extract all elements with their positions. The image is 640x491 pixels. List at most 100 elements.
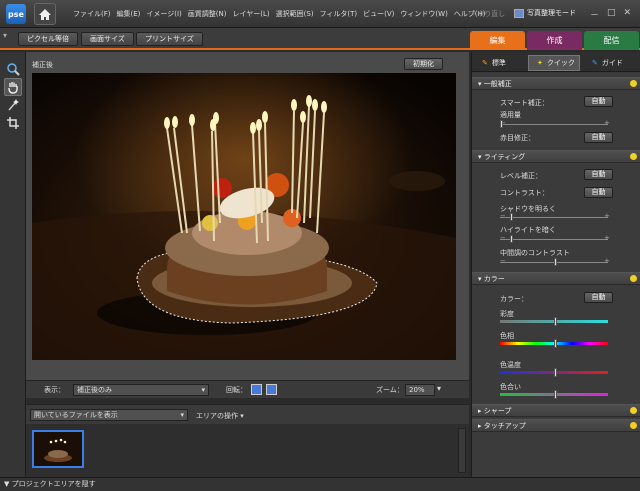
redo-button[interactable]: ↷ やり直し [469,9,505,19]
bin-thumbnail[interactable] [32,430,84,468]
menu-filter[interactable]: フィルタ(T) [317,9,361,19]
menu-enhance[interactable]: 画質調整(N) [185,9,230,19]
section-general[interactable]: ▾ 一般補正 [472,77,640,90]
tab-share[interactable]: 配信 [584,31,639,50]
brush-icon: ✎ [482,59,488,67]
toolbox [0,52,26,477]
midtone-label: 中間調のコントラスト [500,249,570,257]
quick-selection-tool[interactable] [4,96,22,114]
chevron-down-icon: ▾ [201,386,205,394]
midtone-slider[interactable]: − + [500,257,610,266]
smart-fix-auto-button[interactable]: 自動 [584,96,613,107]
cake-thumbnail [34,432,82,466]
tab-quick[interactable]: ✦ クイック [528,55,580,71]
minimize-button[interactable]: － [590,8,599,21]
menu-view[interactable]: ビュー(V) [360,9,397,19]
options-menu-icon[interactable]: ▾ [3,31,7,40]
levels-label: レベル補正： [500,172,542,180]
redo-icon: ↷ [469,10,478,18]
wand-icon: ✦ [537,59,543,67]
temperature-slider[interactable] [500,368,608,377]
tip-bulb-icon[interactable] [630,80,637,87]
menu-select[interactable]: 選択範囲(S) [273,9,317,19]
tip-bulb-icon[interactable] [630,153,637,160]
red-eye-auto-button[interactable]: 自動 [584,132,613,143]
crop-tool[interactable] [4,114,22,132]
contrast-auto-button[interactable]: 自動 [584,187,613,198]
hue-label: 色相 [500,332,514,340]
section-lighting[interactable]: ▾ ライティング [472,150,640,163]
tab-guide[interactable]: ✎ ガイド [584,55,636,71]
photo-canvas[interactable] [32,73,456,360]
reset-button[interactable]: 初期化 [404,58,443,70]
menu-image[interactable]: イメージ(I) [143,9,184,19]
amount-slider[interactable]: −+ [500,119,610,128]
menu-window[interactable]: ウィンドウ(W) [397,9,450,19]
rotate-left-button[interactable] [251,384,262,395]
restore-button[interactable]: □ [607,8,616,21]
app-logo: pse [6,4,26,24]
highlights-label: ハイライトを暗く [500,226,556,234]
fit-screen-button[interactable]: 画面サイズ [81,32,134,46]
contrast-label: コントラスト： [500,189,549,197]
hand-icon [8,82,18,94]
zoom-dropdown-icon[interactable]: ▾ [437,384,441,393]
highlights-slider[interactable]: − + [500,234,610,243]
tip-bulb-icon[interactable] [630,407,637,414]
rotate-label: 回転： [226,386,247,394]
view-dropdown[interactable]: 補正後のみ ▾ [73,384,209,396]
after-caption: 補正後 [32,61,53,69]
zoom-tool[interactable] [4,60,22,78]
levels-auto-button[interactable]: 自動 [584,169,613,180]
tint-slider[interactable] [500,390,608,399]
bin-scrollbar[interactable] [458,428,466,473]
hand-tool[interactable] [4,78,22,96]
zoom-field[interactable]: 20% [405,384,435,396]
section-touchup[interactable]: ▸ タッチアップ [472,419,640,432]
tab-create[interactable]: 作成 [527,31,582,50]
menu-edit[interactable]: 編集(E) [114,9,144,19]
home-icon [39,8,51,20]
print-size-button[interactable]: プリントサイズ [136,32,203,46]
home-button[interactable] [34,3,56,25]
edit-mode-tabs: ✎ 標準 ✦ クイック ✎ ガイド [472,52,640,72]
crop-icon [7,117,19,129]
cake-photo [32,73,456,360]
guide-icon: ✎ [592,59,598,67]
smart-fix-label: スマート補正： [500,99,549,107]
section-sharpen[interactable]: ▸ シャープ [472,404,640,417]
organizer-icon [514,8,524,18]
menu-layer[interactable]: レイヤー(L) [229,9,272,19]
status-bar[interactable]: ▼ プロジェクトエリアを隠す [0,477,640,491]
organizer-mode-button[interactable]: 写真整理モード [514,8,576,18]
tint-label: 色合い [500,383,521,391]
shadows-slider[interactable]: − + [500,212,610,221]
shadows-label: シャドウを明るく [500,205,556,213]
project-bin-bar: 開いているファイルを表示 ▾ エリアの操作 ▾ [26,404,469,424]
tip-bulb-icon[interactable] [630,275,637,282]
files-dropdown[interactable]: 開いているファイルを表示 ▾ [30,409,188,421]
area-actions-menu[interactable]: エリアの操作 ▾ [196,411,244,421]
hue-slider[interactable] [500,339,608,348]
rotate-right-button[interactable] [266,384,277,395]
saturation-label: 彩度 [500,310,514,318]
tab-edit[interactable]: 編集 [470,31,525,50]
menu-bar: pse ファイル(F) 編集(E) イメージ(I) 画質調整(N) レイヤー(L… [0,0,640,28]
tip-bulb-icon[interactable] [630,422,637,429]
actual-pixels-button[interactable]: ピクセル等倍 [18,32,78,46]
chevron-down-icon: ▾ [180,411,184,419]
adjustments-panel: ✎標準 ✦クイック ✎ガイド ▾ 一般補正 スマート補正： 自動 適用量 −+ … [471,52,640,477]
magic-wand-icon [8,99,19,111]
project-bin [26,424,469,477]
view-label: 表示： [44,386,65,394]
saturation-slider[interactable] [500,317,608,326]
tab-standard[interactable]: ✎ 標準 [474,55,526,71]
color-auto-button[interactable]: 自動 [584,292,613,303]
color-label: カラー： [500,295,528,303]
zoom-label: ズーム： [376,386,404,394]
view-bar: 表示： 補正後のみ ▾ 回転： ズーム： 20% ▾ [26,380,469,398]
section-color[interactable]: ▾ カラー [472,272,640,285]
red-eye-label: 赤目修正： [500,134,535,142]
close-button[interactable]: ✕ [624,8,632,21]
menu-file[interactable]: ファイル(F) [70,9,114,19]
